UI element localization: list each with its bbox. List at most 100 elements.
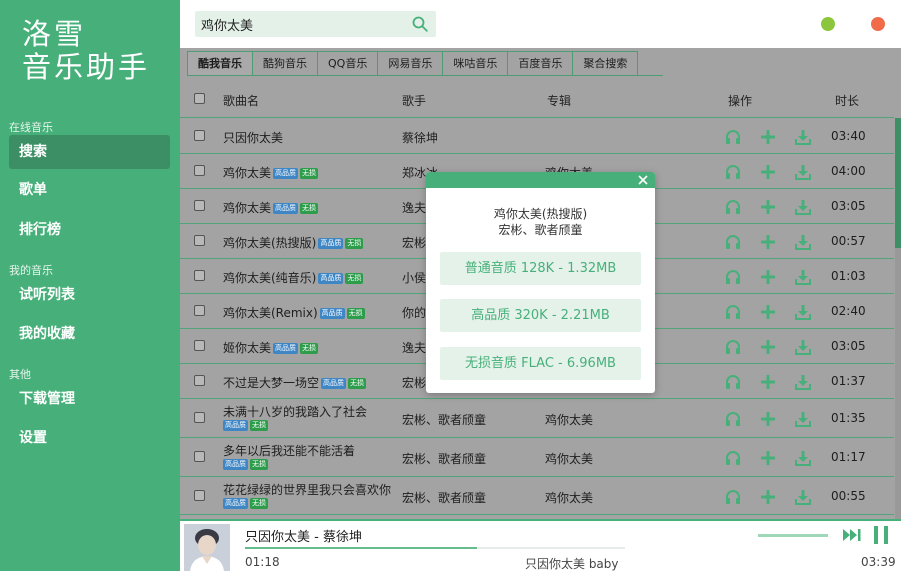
close-window-button[interactable] [871,17,885,31]
song-duration: 00:55 [831,489,866,503]
sidebar-item-listen-list[interactable]: 试听列表 [9,278,170,312]
add-to-list-icon[interactable] [760,374,776,390]
listen-icon[interactable] [725,164,741,180]
scrollbar-thumb[interactable] [895,118,901,248]
listen-icon[interactable] [725,234,741,250]
tab-aggregate[interactable]: 聚合搜索 [573,51,639,76]
quality-standard-button[interactable]: 普通音质 128K - 1.32MB [440,252,641,285]
row-checkbox[interactable] [194,340,205,351]
add-to-list-icon[interactable] [760,304,776,320]
download-icon[interactable] [795,489,811,505]
row-checkbox[interactable] [194,165,205,176]
download-icon[interactable] [795,269,811,285]
sidebar-item-downloads[interactable]: 下载管理 [9,382,170,416]
minimize-button[interactable] [821,17,835,31]
row-checkbox[interactable] [194,412,205,423]
download-icon[interactable] [795,304,811,320]
download-icon[interactable] [795,129,811,145]
listen-icon[interactable] [725,411,741,427]
total-time: 03:39 [861,555,896,569]
table-row[interactable]: 多年以后我还能不能活着 高品质 无损 宏彬、歌者颀童 鸡你太美 01:17 [180,438,894,477]
sidebar-item-favorites[interactable]: 我的收藏 [9,317,170,351]
col-header-name: 歌曲名 [223,94,260,108]
next-track-icon[interactable] [842,527,862,543]
tab-netease[interactable]: 网易音乐 [378,51,444,76]
row-checkbox[interactable] [194,375,205,386]
player-bar: 只因你太美 - 蔡徐坤 01:18 只因你太美 baby 03:39 [180,519,901,571]
song-name: 姬你太美 [223,341,272,355]
download-icon[interactable] [795,234,811,250]
song-name: 花花绿绿的世界里我只会喜欢你 [223,483,392,497]
add-to-list-icon[interactable] [760,129,776,145]
song-duration: 04:00 [831,164,866,178]
add-to-list-icon[interactable] [760,234,776,250]
listen-icon[interactable] [725,489,741,505]
quality-high-button[interactable]: 高品质 320K - 2.21MB [440,299,641,332]
listen-icon[interactable] [725,304,741,320]
song-duration: 01:35 [831,411,866,425]
search-input[interactable] [195,11,405,37]
download-icon[interactable] [795,374,811,390]
hq-badge: 高品质 [319,308,345,319]
download-icon[interactable] [795,450,811,466]
add-to-list-icon[interactable] [760,199,776,215]
add-to-list-icon[interactable] [760,450,776,466]
album-cover[interactable] [184,524,230,571]
song-duration: 01:17 [831,450,866,464]
sidebar-item-settings[interactable]: 设置 [9,421,170,455]
hq-badge: 高品质 [223,459,248,470]
add-to-list-icon[interactable] [760,269,776,285]
quality-lossless-button[interactable]: 无损音质 FLAC - 6.96MB [440,347,641,380]
song-duration: 03:05 [831,199,866,213]
listen-icon[interactable] [725,269,741,285]
tab-baidu[interactable]: 百度音乐 [508,51,574,76]
table-row[interactable]: 未满十八岁的我踏入了社会 高品质 无损 宏彬、歌者颀童 鸡你太美 01:35 [180,399,894,438]
sidebar-item-playlists[interactable]: 歌单 [9,173,170,207]
table-row[interactable]: 只因你太美 蔡徐坤 03:40 [180,119,894,154]
listen-icon[interactable] [725,199,741,215]
song-duration: 03:40 [831,129,866,143]
volume-fill [758,534,828,537]
select-all-checkbox[interactable] [194,93,205,104]
listen-icon[interactable] [725,129,741,145]
pause-icon[interactable] [873,525,889,545]
listen-icon[interactable] [725,374,741,390]
tab-kugou[interactable]: 酷狗音乐 [253,51,318,76]
song-name-cell: 鸡你太美(热搜版) 高品质 无损 [223,234,364,251]
song-badges: 高品质 无损 [221,459,268,470]
row-checkbox[interactable] [194,490,205,501]
listen-icon[interactable] [725,450,741,466]
song-duration: 01:03 [831,269,866,283]
lyric-line: 只因你太美 baby [525,557,619,571]
row-checkbox[interactable] [194,451,205,462]
song-name-cell: 鸡你太美(Remix) 高品质 无损 [223,304,365,321]
song-badges: 高品质 无损 [221,498,268,509]
download-icon[interactable] [795,199,811,215]
row-checkbox[interactable] [194,130,205,141]
add-to-list-icon[interactable] [760,164,776,180]
sidebar-item-search[interactable]: 搜索 [9,135,170,169]
tab-qq[interactable]: QQ音乐 [318,51,379,76]
add-to-list-icon[interactable] [760,411,776,427]
listen-icon[interactable] [725,339,741,355]
row-checkbox[interactable] [194,270,205,281]
download-icon[interactable] [795,339,811,355]
tab-migu[interactable]: 咪咕音乐 [443,51,509,76]
row-checkbox[interactable] [194,305,205,316]
table-row[interactable]: 花花绿绿的世界里我只会喜欢你 高品质 无损 宏彬、歌者颀童 鸡你太美 00:55 [180,477,894,515]
row-checkbox[interactable] [194,235,205,246]
add-to-list-icon[interactable] [760,489,776,505]
close-icon[interactable] [636,173,650,187]
tab-kuwo[interactable]: 酷我音乐 [187,51,253,76]
song-artist: 宏彬、歌者颀童 [402,413,487,427]
search-icon[interactable] [412,16,428,32]
song-artist: 宏彬 [402,376,427,390]
download-icon[interactable] [795,411,811,427]
download-icon[interactable] [795,164,811,180]
song-album: 鸡你太美 [545,491,594,505]
lossless-badge: 无损 [300,168,319,179]
sidebar-item-charts[interactable]: 排行榜 [9,213,170,247]
logo-line-2: 音乐助手 [22,50,151,84]
row-checkbox[interactable] [194,200,205,211]
add-to-list-icon[interactable] [760,339,776,355]
